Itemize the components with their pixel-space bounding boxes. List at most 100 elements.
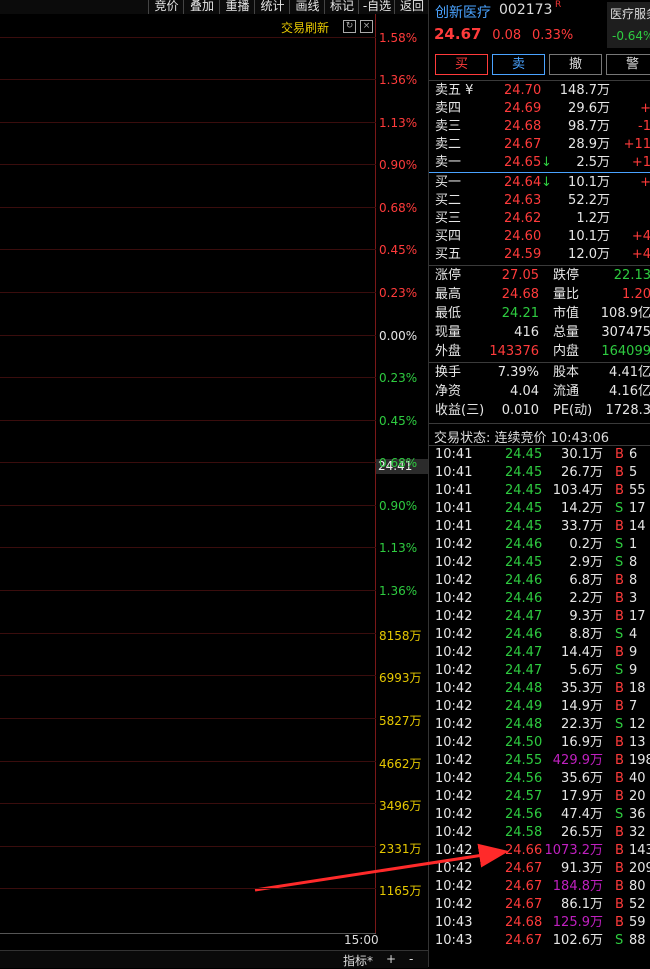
close-icon[interactable]: × [360,20,373,33]
bid-row[interactable]: 买一24.64↓10.1万+ [429,174,650,192]
tick-row[interactable]: 10:4224.5635.6万B40 [429,770,650,788]
toolbar-button-1[interactable]: 叠加 [183,0,220,14]
bid-row[interactable]: 买五24.5912.0万+4 [429,246,650,264]
tick-volume: 91.3万 [561,860,603,878]
toolbar-button-2[interactable]: 重播 [219,0,255,14]
tick-row[interactable]: 10:4224.5647.4万S36 [429,806,650,824]
tick-time: 10:42 [435,806,472,824]
alert-button[interactable]: 警 [606,54,650,75]
tick-row[interactable]: 10:4224.4914.9万B7 [429,698,650,716]
tick-side: B [615,752,624,770]
sell-button[interactable]: 卖 [492,54,545,75]
tick-row[interactable]: 10:4224.468.8万S4 [429,626,650,644]
tick-row[interactable]: 10:4224.452.9万S8 [429,554,650,572]
tick-price: 24.45 [505,518,542,536]
tick-time: 10:42 [435,662,472,680]
toolbar-button-3[interactable]: 统计 [254,0,290,14]
toolbar-button-7[interactable]: 返回 [394,0,429,14]
tick-row[interactable]: 10:4124.4533.7万B14 [429,518,650,536]
ask-row[interactable]: 卖四24.6929.6万+ [429,100,650,118]
tick-row[interactable]: 10:4124.4530.1万B6 [429,446,650,464]
tick-side: B [615,482,624,500]
tick-price: 24.45 [505,500,542,518]
trade-refresh-label[interactable]: 交易刷新 [281,19,329,36]
tick-side: S [615,626,623,644]
ask-row[interactable]: 卖一24.65↓2.5万+1 [429,154,650,172]
grid-line [0,207,376,208]
tick-row[interactable]: 10:4224.55429.9万B198 [429,752,650,770]
tick-row[interactable]: 10:4124.4526.7万B5 [429,464,650,482]
tick-row[interactable]: 10:4224.475.6万S9 [429,662,650,680]
tick-price: 24.46 [505,626,542,644]
stat-label: 净资 [435,383,461,401]
stat-value: 27.05 [502,267,539,285]
tick-row[interactable]: 10:4224.460.2万S1 [429,536,650,554]
cancel-order-button[interactable]: 撤 [549,54,602,75]
price-change-pct: 0.33% [532,28,573,43]
tick-count: 8 [629,554,637,572]
tick-row[interactable]: 10:4324.67102.6万S88 [429,932,650,950]
level-volume: 52.2万 [568,192,610,210]
tick-row[interactable]: 10:4224.5826.5万B32 [429,824,650,842]
intraday-chart[interactable] [0,14,428,967]
tick-count: 88 [629,932,646,950]
tick-row[interactable]: 10:4224.4822.3万S12 [429,716,650,734]
bid-row[interactable]: 买三24.621.2万 [429,210,650,228]
grid-line [0,249,376,250]
tick-row[interactable]: 10:4124.45103.4万B55 [429,482,650,500]
grid-line [0,292,376,293]
level-price: 24.62 [504,210,541,228]
tick-count: 9 [629,644,637,662]
toolbar-button-0[interactable]: 竞价 [148,0,184,14]
level-volume: 29.6万 [568,100,610,118]
tick-row[interactable]: 10:4224.466.8万B8 [429,572,650,590]
indicator-button[interactable]: 指标* [343,952,373,969]
tick-row[interactable]: 10:4224.4714.4万B9 [429,644,650,662]
tick-row[interactable]: 10:4224.6791.3万B209 [429,860,650,878]
tick-volume: 8.8万 [569,626,603,644]
grid-line [0,803,376,804]
tick-time: 10:41 [435,482,472,500]
sector-box[interactable]: 医疗服务 -0.64% [607,2,650,48]
zoom-in-button[interactable]: + [386,952,396,966]
tick-volume: 35.3万 [561,680,603,698]
ask-row[interactable]: 卖五 ¥24.70148.7万 [429,82,650,100]
toolbar-button-4[interactable]: 画线 [289,0,325,14]
chart-bottom-bar: 指标* + - [0,950,428,968]
buy-button[interactable]: 买 [435,54,488,75]
tick-row[interactable]: 10:4224.479.3万B17 [429,608,650,626]
tick-price: 24.45 [505,554,542,572]
tick-price: 24.57 [505,788,542,806]
stat-value: 4.41亿 [609,364,650,382]
bid-row[interactable]: 买二24.6352.2万 [429,192,650,210]
tick-row[interactable]: 10:4224.6786.1万B52 [429,896,650,914]
stock-name[interactable]: 创新医疗 [435,2,491,22]
tick-row[interactable]: 10:4224.5016.9万B13 [429,734,650,752]
tick-row[interactable]: 10:4324.68125.9万B59 [429,914,650,932]
tick-volume: 86.1万 [561,896,603,914]
toolbar-button-5[interactable]: 标记 [324,0,359,14]
tick-side: B [615,680,624,698]
tick-row[interactable]: 10:4224.67184.8万B80 [429,878,650,896]
zoom-out-button[interactable]: - [409,952,413,966]
tick-row[interactable]: 10:4124.4514.2万S17 [429,500,650,518]
tick-count: 18 [629,680,646,698]
bid-label: 买二 [435,192,461,210]
tick-row[interactable]: 10:4224.5717.9万B20 [429,788,650,806]
tick-volume: 1073.2万 [545,842,604,860]
tick-row[interactable]: 10:4224.661073.2万B1437 [429,842,650,860]
refresh-toggle-icon[interactable]: ↻ [343,20,356,33]
grid-line [0,547,376,548]
bid-row[interactable]: 买四24.6010.1万+4 [429,228,650,246]
ask-row[interactable]: 卖二24.6728.9万+11 [429,136,650,154]
tick-time: 10:42 [435,896,472,914]
divider [429,423,650,424]
stat-value: 24.21 [502,305,539,323]
tick-row[interactable]: 10:4224.4835.3万B18 [429,680,650,698]
toolbar-button-6[interactable]: -自选 [358,0,395,14]
tick-side: B [615,734,624,752]
tick-price: 24.45 [505,446,542,464]
tick-row[interactable]: 10:4224.462.2万B3 [429,590,650,608]
ask-row[interactable]: 卖三24.6898.7万-1 [429,118,650,136]
pct-axis-label: 0.23% [379,286,417,300]
